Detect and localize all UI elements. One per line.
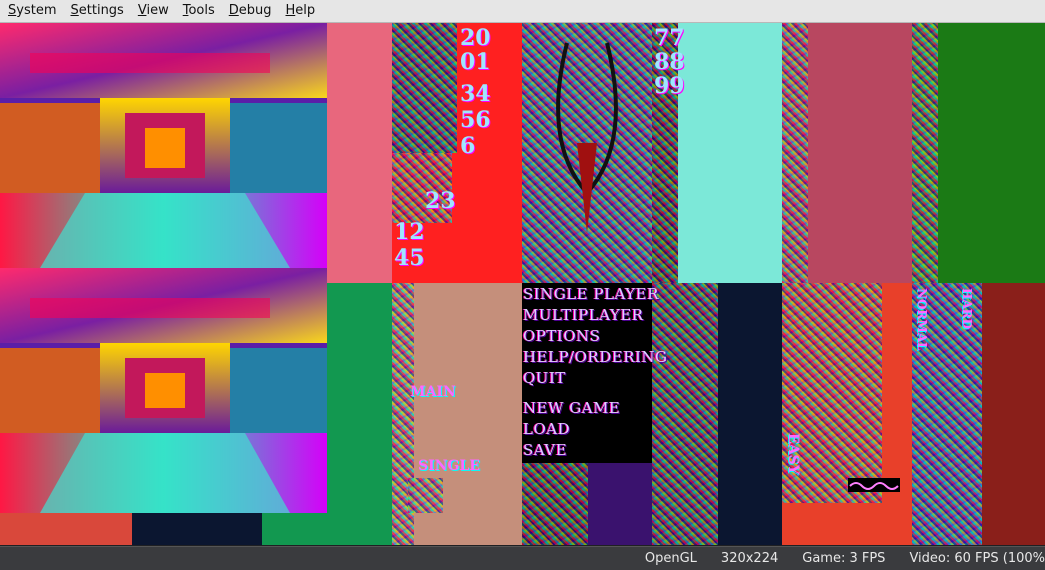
sprite-strip	[782, 23, 808, 283]
sprite-word: MAIN	[410, 384, 456, 400]
sprite-strip	[522, 463, 588, 545]
menu-view[interactable]: View	[132, 0, 175, 22]
menu-text-load: LOAD	[523, 420, 571, 438]
menu-text-help-ordering: HELP/ORDERING	[523, 348, 668, 366]
wave-sprite	[848, 478, 900, 492]
sprite-word: EASY	[785, 433, 801, 475]
sprite-number: 01	[460, 49, 491, 75]
sprite-strip	[392, 23, 457, 153]
menu-help[interactable]: Help	[280, 0, 322, 22]
texture-panel	[588, 463, 652, 545]
sprite-word: HARD	[960, 288, 974, 330]
status-bar: OpenGL 320x224 Game: 3 FPS Video: 60 FPS…	[0, 546, 1045, 570]
logo-sprite	[556, 42, 618, 233]
sprite-number: 45	[394, 245, 425, 271]
menu-tools[interactable]: Tools	[177, 0, 221, 22]
menu-text-new-game: NEW GAME	[523, 399, 621, 417]
menu-settings[interactable]: Settings	[65, 0, 130, 22]
sprite-number: 99	[654, 73, 685, 99]
resolution-label: 320x224	[720, 551, 779, 566]
menu-text-multiplayer: MULTIPLAYER	[523, 306, 644, 324]
sprite-number: 6	[460, 133, 476, 159]
sprite-number: 34	[460, 81, 491, 107]
video-fps-label: Video: 60 FPS (100%	[909, 551, 1045, 566]
emulator-viewport[interactable]: 20 01 34 56 6 23 12 45 77 88 99 MAIN SIN…	[0, 23, 1045, 545]
sprite-word: NORMAL	[915, 288, 929, 351]
sprite-number: 12	[394, 219, 425, 245]
menu-text-single-player: SINGLE PLAYER	[523, 285, 659, 303]
sprite-number: 20	[460, 25, 491, 51]
sprite-word: SINGLE	[418, 458, 480, 474]
menu-system[interactable]: System	[2, 0, 63, 22]
renderer-label: OpenGL	[644, 551, 697, 566]
texture-panel	[327, 23, 392, 283]
menu-debug[interactable]: Debug	[223, 0, 278, 22]
menu-bar: System Settings View Tools Debug Help	[0, 0, 1045, 23]
sprite-number: 77	[654, 25, 685, 51]
sprite-number: 23	[425, 188, 456, 214]
sprite-strip	[408, 478, 443, 513]
sprite-number: 88	[654, 49, 685, 75]
menu-text-options: OPTIONS	[523, 327, 601, 345]
texture-panel	[327, 283, 392, 545]
menu-text-save: SAVE	[523, 441, 568, 459]
sprite-strip	[652, 283, 718, 545]
3d-scene-render	[0, 23, 327, 545]
menu-text-quit: QUIT	[523, 369, 566, 387]
sprite-number: 56	[460, 107, 491, 133]
sprite-strip	[912, 23, 938, 283]
game-fps-label: Game: 3 FPS	[802, 551, 886, 566]
